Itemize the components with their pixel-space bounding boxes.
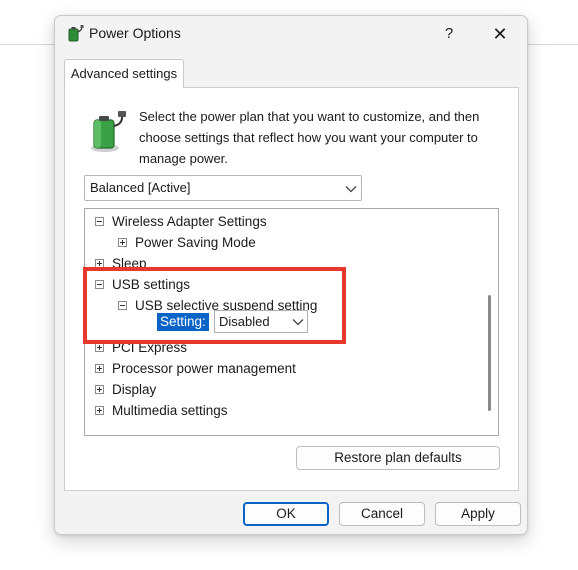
background-divider-right bbox=[528, 44, 578, 45]
power-plan-value: Balanced [Active] bbox=[90, 180, 191, 195]
background-divider-left bbox=[0, 44, 54, 45]
scrollbar-thumb[interactable] bbox=[488, 295, 491, 411]
tree-item-label: Power Saving Mode bbox=[135, 235, 256, 250]
power-options-dialog: Power Options ? ✕ Advanced settings Sele… bbox=[54, 15, 528, 535]
ok-button[interactable]: OK bbox=[243, 502, 329, 526]
apply-button[interactable]: Apply bbox=[435, 502, 521, 526]
tree-item-label: Processor power management bbox=[112, 361, 296, 376]
cancel-button[interactable]: Cancel bbox=[339, 502, 425, 526]
restore-plan-defaults-button[interactable]: Restore plan defaults bbox=[296, 446, 500, 470]
window-title: Power Options bbox=[89, 25, 181, 41]
tree-item-label: USB settings bbox=[112, 277, 191, 292]
expand-icon[interactable] bbox=[95, 385, 104, 394]
tree-scrollbar[interactable] bbox=[483, 209, 497, 435]
tree-item-label: Display bbox=[112, 382, 157, 397]
expand-icon[interactable] bbox=[95, 364, 104, 373]
power-options-icon bbox=[68, 25, 84, 42]
collapse-icon[interactable] bbox=[118, 301, 127, 310]
title-bar[interactable]: Power Options ? ✕ bbox=[55, 16, 527, 52]
setting-label: Setting: bbox=[157, 313, 209, 331]
close-button[interactable]: ✕ bbox=[485, 22, 515, 46]
expand-icon[interactable] bbox=[95, 259, 104, 268]
expand-icon[interactable] bbox=[95, 343, 104, 352]
help-button[interactable]: ? bbox=[435, 22, 463, 46]
description-text: Select the power plan that you want to c… bbox=[139, 109, 480, 166]
tab-advanced-settings[interactable]: Advanced settings bbox=[64, 59, 184, 88]
settings-tree[interactable]: Wireless Adapter Settings Power Saving M… bbox=[84, 208, 499, 436]
tree-item-label: Multimedia settings bbox=[112, 403, 228, 418]
power-plan-dropdown[interactable]: Balanced [Active] bbox=[84, 175, 362, 201]
chevron-down-icon bbox=[292, 319, 304, 326]
tree-item-label: Sleep bbox=[112, 256, 147, 271]
chevron-down-icon bbox=[345, 186, 357, 193]
setting-dropdown[interactable]: Disabled bbox=[214, 310, 308, 333]
setting-value: Disabled bbox=[219, 314, 270, 329]
collapse-icon[interactable] bbox=[95, 217, 104, 226]
tree-item-label: Wireless Adapter Settings bbox=[112, 214, 267, 229]
expand-icon[interactable] bbox=[118, 238, 127, 247]
tree-item-label: PCI Express bbox=[112, 340, 188, 355]
advanced-settings-panel: Select the power plan that you want to c… bbox=[64, 87, 519, 491]
collapse-icon[interactable] bbox=[95, 280, 104, 289]
expand-icon[interactable] bbox=[95, 406, 104, 415]
battery-plug-icon bbox=[91, 111, 126, 152]
